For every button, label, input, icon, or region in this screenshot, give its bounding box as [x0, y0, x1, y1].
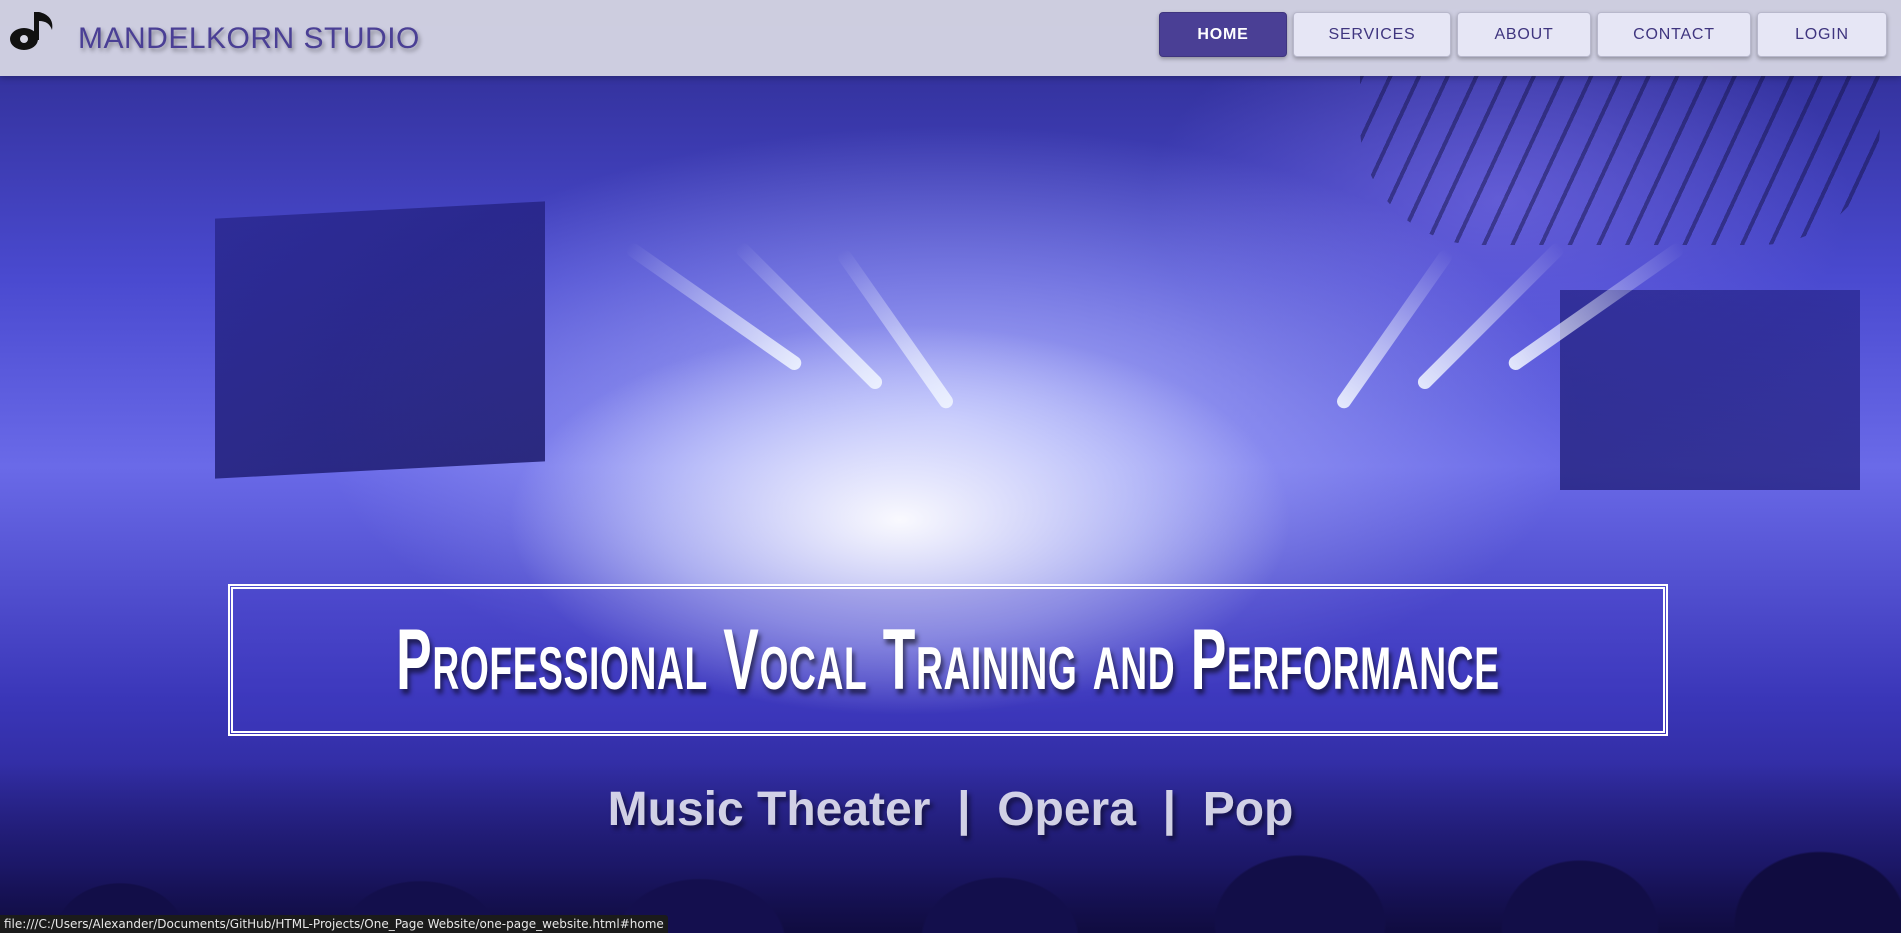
- main-navigation: HOME SERVICES ABOUT CONTACT LOGIN: [1159, 12, 1887, 57]
- nav-home-button[interactable]: HOME: [1159, 12, 1287, 57]
- stage-light-beam: [733, 240, 885, 392]
- nav-about-button[interactable]: ABOUT: [1457, 12, 1591, 57]
- site-header: MANDELKORN STUDIO HOME SERVICES ABOUT CO…: [0, 0, 1901, 76]
- nav-contact-button[interactable]: CONTACT: [1597, 12, 1751, 57]
- browser-status-bar: file:///C:/Users/Alexander/Documents/Git…: [0, 915, 668, 933]
- nav-login-button[interactable]: LOGIN: [1757, 12, 1887, 57]
- speaker-right: [1560, 290, 1860, 490]
- speaker-left: [215, 201, 545, 479]
- hero-headline: Professional Vocal Training and Performa…: [396, 611, 1500, 708]
- stage-light-beam: [1334, 247, 1455, 412]
- nav-services-button[interactable]: SERVICES: [1293, 12, 1451, 57]
- hero-headline-box: Professional Vocal Training and Performa…: [228, 584, 1668, 736]
- stage-light-beam: [835, 247, 956, 412]
- hero-subline: Music Theater | Opera | Pop: [607, 783, 1294, 836]
- stage-light-beam: [623, 240, 805, 373]
- page: MANDELKORN STUDIO HOME SERVICES ABOUT CO…: [0, 0, 1901, 933]
- music-note-icon[interactable]: [6, 8, 58, 54]
- brand-name[interactable]: MANDELKORN STUDIO: [78, 22, 420, 56]
- lighting-truss: [1360, 75, 1880, 245]
